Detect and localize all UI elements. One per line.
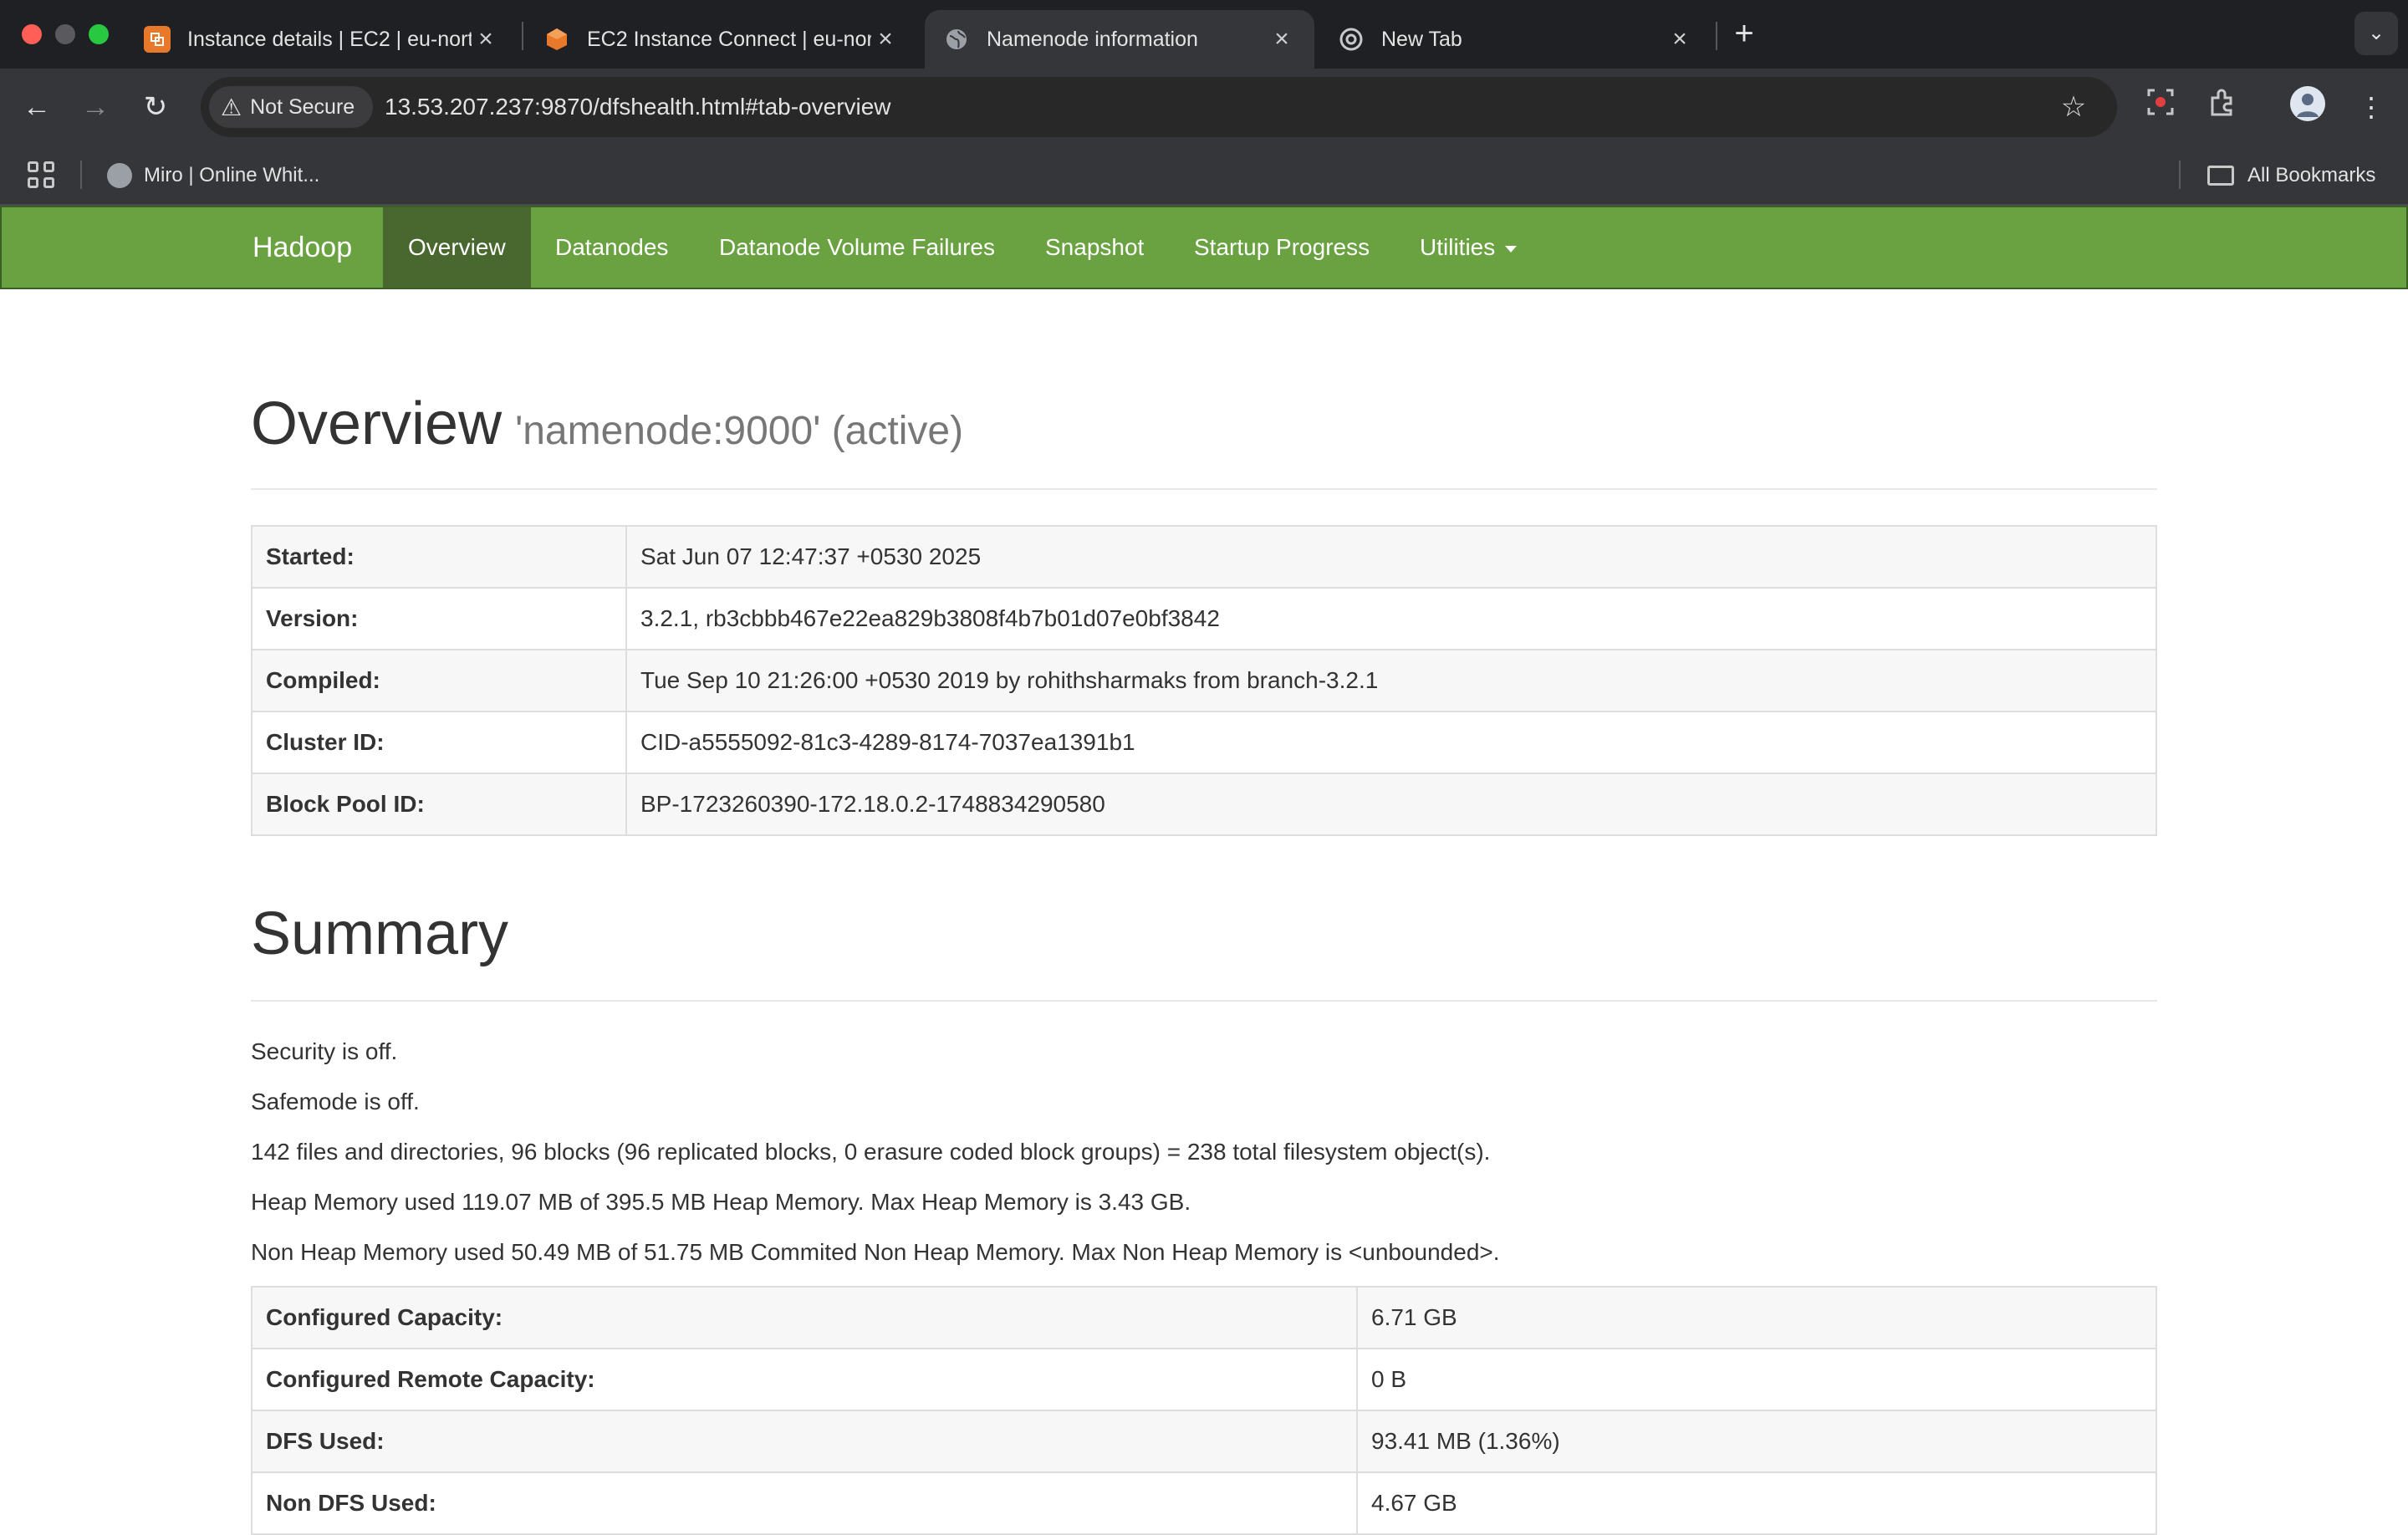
folder-icon [2207,166,2234,186]
table-row: Version: 3.2.1, rb3cbbb467e22ea829b3808f… [251,587,2157,650]
row-key: Configured Remote Capacity: [251,1348,1358,1411]
all-bookmarks-label: All Bookmarks [2247,164,2376,186]
browser-toolbar: ← → ↻ ⚠ Not Secure 13.53.207.237:9870/df… [0,69,2408,145]
bookmark-divider [2179,161,2181,189]
nav-snapshot[interactable]: Snapshot [1020,207,1169,288]
overview-table: Started: Sat Jun 07 12:47:37 +0530 2025 … [251,525,2157,836]
tab-divider [522,22,523,50]
tab-divider [1716,22,1717,50]
security-status-text: Security is off. [251,1038,398,1064]
row-key: Configured Capacity: [251,1286,1358,1349]
nav-datanode-volume-failures[interactable]: Datanode Volume Failures [694,207,1020,288]
row-key: Started: [251,525,627,589]
warning-icon: ⚠ [221,94,242,120]
close-tab-icon[interactable]: × [472,25,500,54]
row-key: DFS Used: [251,1410,1358,1473]
row-value: 93.41 MB (1.36%) [1356,1410,2157,1473]
bookmark-divider [80,161,82,189]
tab-title: New Tab [1381,27,1462,51]
address-bar[interactable]: ⚠ Not Secure 13.53.207.237:9870/dfshealt… [201,77,2117,137]
row-value: 0 B [1356,1348,2157,1411]
overview-heading: Overview 'namenode:9000' (active) [251,390,963,458]
forward-button[interactable]: → [74,85,117,129]
filesystem-objects-text: 142 files and directories, 96 blocks (96… [251,1139,1491,1165]
row-value: 6.71 GB [1356,1286,2157,1349]
globe-icon [107,163,132,188]
maximize-window-button[interactable] [89,24,109,44]
close-tab-icon[interactable]: × [1268,25,1296,54]
tab-title: Instance details | EC2 | eu-north-1 [187,27,472,51]
safemode-status-text: Safemode is off. [251,1089,420,1114]
profile-avatar[interactable] [2286,85,2329,129]
close-tab-icon[interactable]: × [871,25,900,54]
close-tab-icon[interactable]: × [1666,25,1694,54]
new-tab-button[interactable]: + [1727,12,1761,55]
tab-title: Namenode information [987,27,1198,51]
table-row: Started: Sat Jun 07 12:47:37 +0530 2025 [251,525,2157,589]
nav-utilities-label: Utilities [1420,234,1496,260]
overview-divider [251,488,2157,490]
table-row: Configured Remote Capacity: 0 B [251,1348,2157,1411]
row-key: Cluster ID: [251,711,627,774]
reload-button[interactable]: ↻ [134,85,177,129]
bookmark-item[interactable]: Miro | Online Whit... [107,145,319,206]
close-window-button[interactable] [22,24,42,44]
row-value: 4.67 GB [1356,1471,2157,1535]
browser-tab-active[interactable]: Namenode information × [925,10,1314,69]
hadoop-brand-link[interactable]: Hadoop [253,207,352,288]
back-button[interactable]: ← [15,85,59,129]
non-heap-memory-text: Non Heap Memory used 50.49 MB of 51.75 M… [251,1239,1500,1265]
security-label: Not Secure [250,94,355,119]
not-secure-badge[interactable]: ⚠ Not Secure [209,86,374,128]
browser-tab-strip: Instance details | EC2 | eu-north-1 × EC… [0,0,2408,69]
table-row: Non DFS Used: 4.67 GB [251,1471,2157,1535]
nav-datanodes[interactable]: Datanodes [530,207,693,288]
minimize-window-button[interactable] [55,24,75,44]
all-bookmarks-button[interactable]: All Bookmarks [2207,145,2375,206]
screen-capture-icon[interactable] [2139,85,2182,129]
browser-tab[interactable]: New Tab × [1319,10,1712,69]
table-row: Compiled: Tue Sep 10 21:26:00 +0530 2019… [251,649,2157,712]
heap-memory-text: Heap Memory used 119.07 MB of 395.5 MB H… [251,1189,1191,1215]
globe-icon [943,26,970,53]
nav-overview[interactable]: Overview [383,207,531,288]
bookmark-label: Miro | Online Whit... [144,164,320,186]
table-row: DFS Used: 93.41 MB (1.36%) [251,1410,2157,1473]
bookmark-star-icon[interactable]: ☆ [2053,87,2094,127]
more-menu-icon[interactable]: ⋮ [2349,85,2393,129]
tab-title: EC2 Instance Connect | eu-north-1 [587,27,871,51]
table-row: Block Pool ID: BP-1723260390-172.18.0.2-… [251,773,2157,836]
row-value: CID-a5555092-81c3-4289-8174-7037ea1391b1 [625,711,2157,774]
apps-grid-icon[interactable] [27,161,55,189]
browser-tab[interactable]: Instance details | EC2 | eu-north-1 × [125,10,518,69]
url-text[interactable]: 13.53.207.237:9870/dfshealth.html#tab-ov… [385,77,891,137]
aws-cube-icon [543,26,570,53]
row-value: Tue Sep 10 21:26:00 +0530 2019 by rohith… [625,649,2157,712]
summary-divider [251,1000,2157,1002]
row-key: Compiled: [251,649,627,712]
caret-down-icon [1505,245,1518,252]
row-value: Sat Jun 07 12:47:37 +0530 2025 [625,525,2157,589]
bookmarks-bar: Miro | Online Whit... All Bookmarks [0,145,2408,206]
overview-subtitle: 'namenode:9000' (active) [515,409,964,453]
nav-utilities-dropdown[interactable]: Utilities [1395,207,1542,288]
summary-heading: Summary [251,900,509,967]
summary-table: Configured Capacity: 6.71 GB Configured … [251,1286,2157,1535]
extensions-puzzle-icon[interactable] [2201,85,2244,129]
row-key: Block Pool ID: [251,773,627,836]
chrome-icon [1338,26,1365,53]
row-value: BP-1723260390-172.18.0.2-1748834290580 [625,773,2157,836]
overview-title: Overview [251,390,503,457]
table-row: Configured Capacity: 6.71 GB [251,1286,2157,1349]
hadoop-navbar: Hadoop Overview Datanodes Datanode Volum… [0,206,2408,289]
aws-ec2-icon [144,26,171,53]
nav-startup-progress[interactable]: Startup Progress [1169,207,1395,288]
table-row: Cluster ID: CID-a5555092-81c3-4289-8174-… [251,711,2157,774]
row-value: 3.2.1, rb3cbbb467e22ea829b3808f4b7b01d07… [625,587,2157,650]
row-key: Non DFS Used: [251,1471,1358,1535]
tab-search-button[interactable]: ⌄ [2354,12,2398,55]
row-key: Version: [251,587,627,650]
browser-tab[interactable]: EC2 Instance Connect | eu-north-1 × [525,10,918,69]
